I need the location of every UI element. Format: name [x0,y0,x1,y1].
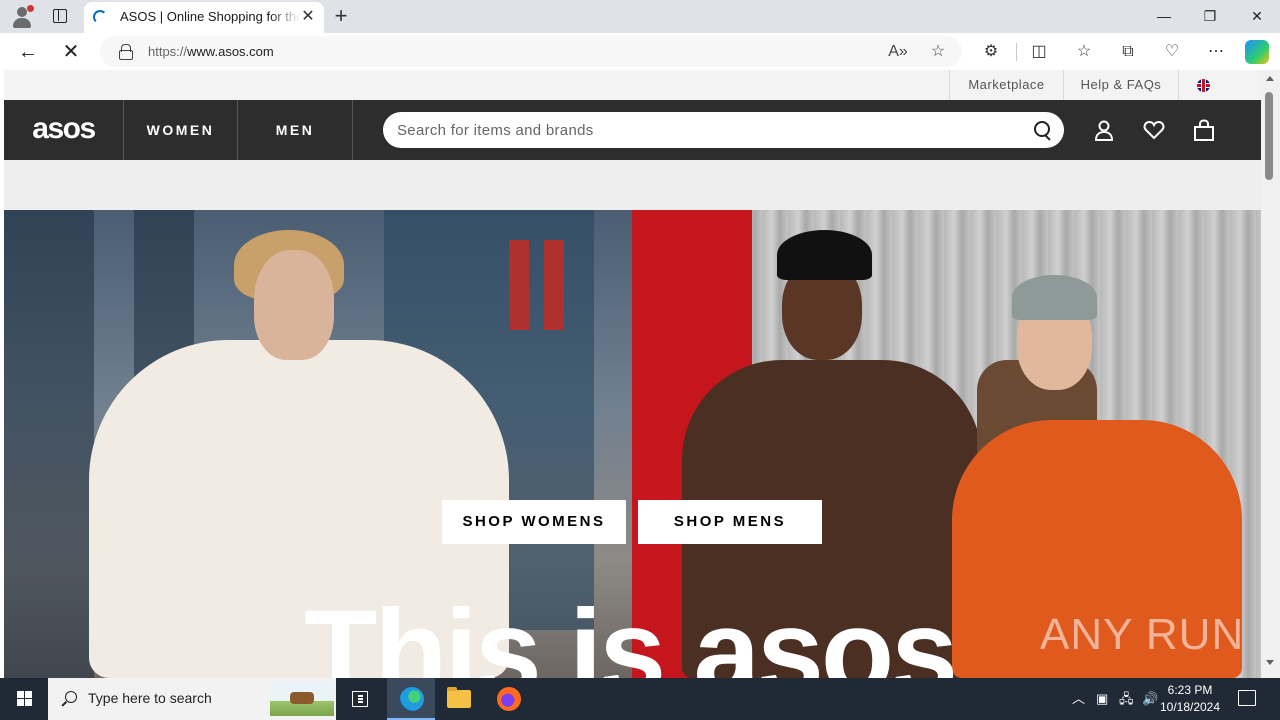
marketplace-link[interactable]: Marketplace [949,70,1063,100]
saved-items-heart-icon[interactable] [1143,119,1165,141]
edge-icon [400,687,424,711]
search-icon [62,691,78,707]
search-highlight-image[interactable] [270,682,334,716]
stop-loading-icon[interactable]: ✕ [58,39,84,65]
extensions-icon[interactable]: ⚙ [979,40,1003,64]
copilot-icon[interactable] [1245,40,1269,64]
minimize-button[interactable]: — [1141,0,1187,33]
restore-button[interactable]: ❐ [1187,0,1233,33]
utility-bar: Marketplace Help & FAQs [4,70,1261,100]
scrollbar-thumb[interactable] [1265,92,1273,180]
shop-womens-button[interactable]: SHOP WOMENS [442,500,626,544]
asos-logo[interactable]: asos [4,100,124,160]
page-scrollbar[interactable] [1261,70,1280,678]
nav-men[interactable]: MEN [238,100,353,160]
notifications-icon[interactable] [1238,690,1256,706]
hero-headline: This is asos [304,585,958,678]
taskbar-search-placeholder: Type here to search [88,690,212,706]
scroll-up-arrow-icon[interactable] [1266,76,1274,81]
url-text[interactable]: https://www.asos.com [148,44,274,59]
profile-icon[interactable] [10,5,34,29]
loading-spinner-icon [93,10,107,24]
task-view-icon [352,691,368,707]
settings-more-icon[interactable]: ⋯ [1204,40,1228,64]
windows-taskbar: Type here to search ︿ ▣ 🖧 🔊 6:23 PM 10/1… [0,678,1280,720]
taskbar-file-explorer[interactable] [435,678,483,720]
shop-mens-button[interactable]: SHOP MENS [638,500,822,544]
collections-icon[interactable]: ⧉ [1116,40,1140,64]
anyrun-watermark: ANY RUN [1040,610,1245,659]
lock-icon[interactable] [119,44,133,60]
folder-icon [447,687,471,708]
nav-women[interactable]: WOMEN [124,100,238,160]
hero-banner: SHOP WOMENS SHOP MENS This is asos ANY R… [4,210,1261,678]
new-tab-button[interactable]: + [330,4,352,28]
account-icon[interactable] [1093,119,1115,141]
scroll-down-arrow-icon[interactable] [1266,660,1274,665]
taskbar-clock[interactable]: 6:23 PM 10/18/2024 [1150,682,1230,716]
taskbar-firefox[interactable] [484,678,532,720]
window-close-button[interactable]: ✕ [1234,0,1280,33]
subnav-strip [4,160,1261,210]
browser-essentials-icon[interactable]: ♡ [1160,40,1184,64]
main-nav: asos WOMEN MEN [4,100,1261,160]
read-aloud-icon[interactable]: A» [887,41,909,63]
back-arrow-icon[interactable]: ← [15,39,41,65]
page-viewport: Marketplace Help & FAQs asos WOMEN MEN S… [0,70,1280,678]
browser-tab-asos[interactable]: ASOS | Online Shopping for the Latest Cl… [84,2,324,33]
tab-title: ASOS | Online Shopping for the Latest Cl… [120,9,300,24]
network-icon[interactable]: 🖧 [1119,689,1134,709]
show-hidden-icons-chevron-icon[interactable]: ︿ [1072,689,1085,709]
taskbar-search[interactable]: Type here to search [48,678,336,720]
split-screen-icon[interactable]: ◫ [1027,40,1051,64]
browser-titlebar: ASOS | Online Shopping for the Latest Cl… [0,0,1280,33]
shopping-bag-icon[interactable] [1193,119,1215,141]
search-icon[interactable] [1034,121,1052,139]
task-view-button[interactable] [336,678,384,720]
search-bar [383,112,1064,148]
asos-page: Marketplace Help & FAQs asos WOMEN MEN S… [4,70,1261,678]
toolbar-divider [1016,43,1017,61]
tab-close-icon[interactable]: ✕ [300,8,316,26]
clock-time: 6:23 PM [1167,683,1213,697]
search-input[interactable] [397,112,1017,148]
tab-actions-icon[interactable] [50,6,70,26]
help-faqs-link[interactable]: Help & FAQs [1063,70,1179,100]
address-bar[interactable]: https://www.asos.com A» ☆ [100,36,962,67]
firefox-icon [497,687,521,711]
uk-flag-icon[interactable] [1197,79,1210,92]
start-button[interactable] [0,678,48,720]
favorite-star-icon[interactable]: ☆ [927,41,949,63]
favorites-icon[interactable]: ☆ [1072,40,1096,64]
clock-date: 10/18/2024 [1159,700,1221,714]
device-icon[interactable]: ▣ [1096,689,1108,709]
taskbar-edge[interactable] [387,678,435,720]
